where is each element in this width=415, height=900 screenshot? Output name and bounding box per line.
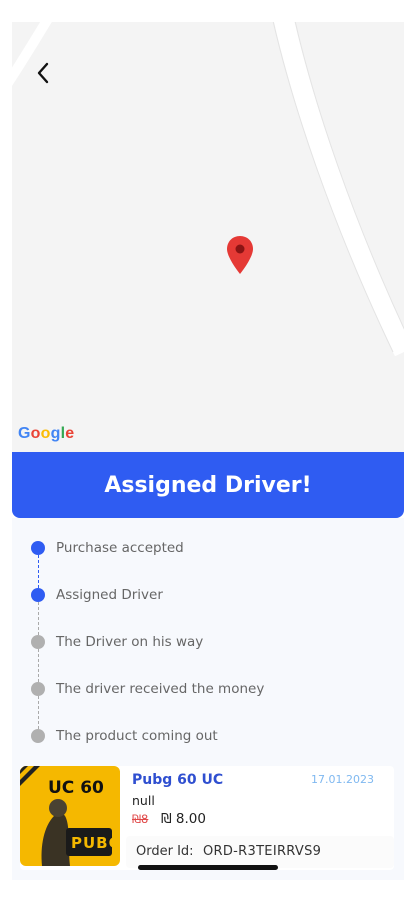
map-view[interactable]: Google [12,22,404,452]
map-roads [12,22,404,357]
step-label: The product coming out [56,728,218,744]
step-dot [31,541,45,555]
step-dot [31,682,45,696]
step-dot [31,729,45,743]
progress-step: Purchase accepted [12,536,392,560]
order-id-label: Order Id: [136,844,194,859]
progress-step: The product coming out [12,724,392,748]
order-card[interactable]: UC 60 PUBG Pubg 60 UC 17.01.2023 null ₪8… [20,766,394,870]
product-name: Pubg 60 UC [132,772,224,788]
status-banner: Assigned Driver! [12,452,404,518]
google-letter: e [65,425,75,442]
step-label: The driver received the money [56,681,265,697]
step-label: Purchase accepted [56,540,184,556]
step-label: Assigned Driver [56,587,163,603]
step-dot [31,635,45,649]
product-thumbnail: UC 60 PUBG [20,766,120,866]
home-indicator[interactable] [138,865,278,870]
back-button[interactable] [28,58,58,88]
pubg-logo: PUBG [71,834,120,852]
product-description: null [132,793,155,808]
chevron-left-icon [37,62,49,84]
order-id-value: ORD-R3TEIRRVS9 [203,844,322,859]
google-letter: o [40,425,51,442]
progress-step: Assigned Driver [12,583,392,607]
map-pin-icon [227,236,253,279]
order-date: 17.01.2023 [311,773,374,786]
original-price: ₪8 [132,812,149,826]
status-title: Assigned Driver! [104,472,312,498]
order-id-row: Order Id: ORD-R3TEIRRVS9 [126,836,394,868]
progress-step: The Driver on his way [12,630,392,654]
step-dot [31,588,45,602]
thumbnail-title: UC 60 [48,778,104,798]
progress-step: The driver received the money [12,677,392,701]
current-price: ₪ 8.00 [161,811,206,827]
google-letter: o [30,425,41,442]
google-letter: g [50,425,61,442]
google-letter: G [18,425,31,442]
google-attribution: Google [18,425,74,443]
step-label: The Driver on his way [56,634,204,650]
